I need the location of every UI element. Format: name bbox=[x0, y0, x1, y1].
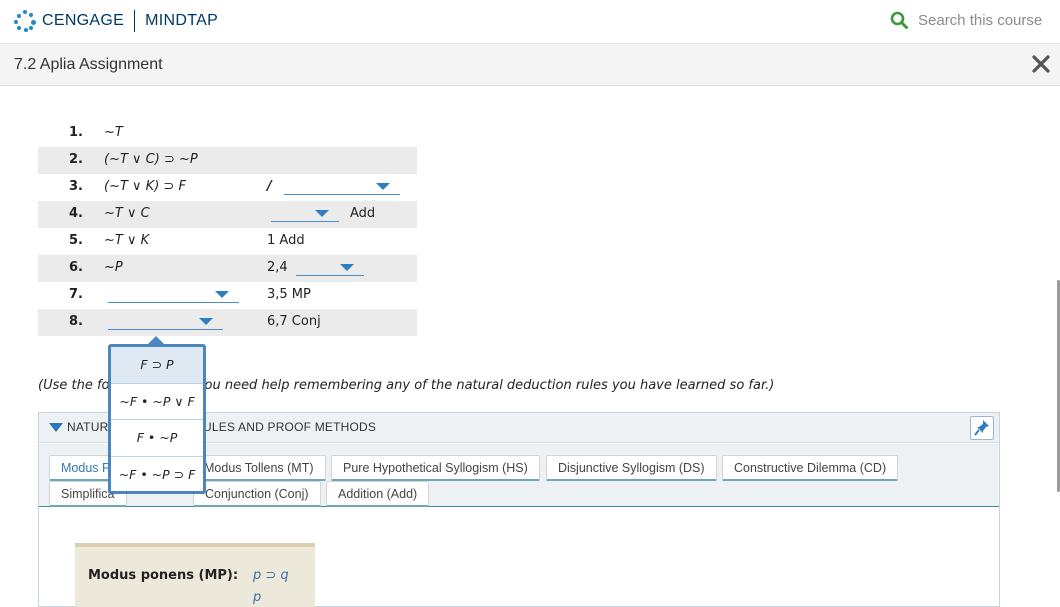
tab-pure-hypothetical-syllogism[interactable]: Pure Hypothetical Syllogism (HS) bbox=[331, 455, 540, 481]
rule-premise-2: p bbox=[253, 590, 262, 605]
modus-ponens-rule-box: Modus ponens (MP): p ⊃ q p bbox=[75, 543, 315, 607]
assignment-title: 7.2 Aplia Assignment bbox=[14, 56, 163, 73]
rule-name: Modus ponens (MP): bbox=[88, 568, 239, 583]
line-justification: 6,7 Conj bbox=[267, 314, 321, 329]
cengage-logo-icon bbox=[14, 10, 36, 32]
popup-arrow bbox=[148, 336, 164, 344]
line-number: 7. bbox=[69, 287, 83, 302]
hint-text-end: ou need help remembering any of the natu… bbox=[204, 378, 775, 393]
chevron-down-icon bbox=[340, 264, 354, 271]
dropdown-option[interactable]: F • ~P bbox=[111, 420, 203, 457]
tab-addition[interactable]: Addition (Add) bbox=[326, 481, 430, 507]
line-formula: ~T bbox=[104, 125, 123, 140]
hint-text-start: (Use the fo bbox=[38, 378, 110, 393]
cengage-mindtap-logo[interactable]: CENGAGE MINDTAP bbox=[14, 9, 218, 33]
formula-dropdown[interactable] bbox=[108, 285, 239, 303]
line-number: 4. bbox=[69, 206, 83, 221]
chevron-down-icon bbox=[376, 183, 390, 190]
line-justification: 3,5 MP bbox=[267, 287, 311, 302]
tab-conjunction[interactable]: Conjunction (Conj) bbox=[193, 481, 321, 507]
conclusion-slash: / bbox=[267, 179, 272, 194]
dropdown-option[interactable]: F ⊃ P bbox=[111, 347, 203, 384]
line-number: 2. bbox=[69, 152, 83, 167]
brand-divider bbox=[134, 10, 136, 32]
chevron-down-icon bbox=[199, 318, 213, 325]
line-justification: 2,4 bbox=[267, 260, 288, 275]
rule-dropdown[interactable] bbox=[296, 258, 364, 276]
close-icon[interactable] bbox=[1030, 53, 1052, 75]
dropdown-option[interactable]: ~F • ~P ∨ F bbox=[111, 384, 203, 420]
line-formula: (~T ∨ C) ⊃ ~P bbox=[104, 152, 198, 167]
proof-row: 5. ~T ∨ K 1 Add bbox=[38, 228, 417, 255]
brand-cengage: CENGAGE bbox=[42, 12, 125, 29]
tab-constructive-dilemma[interactable]: Constructive Dilemma (CD) bbox=[722, 455, 899, 481]
proof-row: 6. ~P 2,4 bbox=[38, 255, 417, 282]
conclusion-dropdown[interactable] bbox=[284, 177, 400, 195]
rule-premise-1: p ⊃ q bbox=[253, 568, 289, 583]
chevron-down-icon bbox=[315, 210, 329, 217]
chevron-down-icon bbox=[215, 291, 229, 298]
pin-button[interactable] bbox=[970, 416, 994, 440]
assignment-bar: 7.2 Aplia Assignment bbox=[0, 44, 1060, 86]
formula-options-popup: F ⊃ P ~F • ~P ∨ F F • ~P ~F • ~P ⊃ F bbox=[108, 344, 206, 494]
line-number: 6. bbox=[69, 260, 83, 275]
line-number: 5. bbox=[69, 233, 83, 248]
line-number: 3. bbox=[69, 179, 83, 194]
dropdown-option[interactable]: ~F • ~P ⊃ F bbox=[111, 457, 203, 494]
tab-disjunctive-syllogism[interactable]: Disjunctive Syllogism (DS) bbox=[546, 455, 717, 481]
formula-dropdown-open[interactable] bbox=[108, 312, 223, 330]
proof-row: 1. ~T bbox=[38, 120, 417, 147]
search-placeholder[interactable]: Search this course bbox=[918, 12, 1042, 29]
rule-label: Add bbox=[350, 206, 376, 221]
proof-table: 1. ~T 2. (~T ∨ C) ⊃ ~P 3. (~T ∨ K) ⊃ F /… bbox=[38, 120, 417, 336]
tab-modus-tollens[interactable]: Modus Tollens (MT) bbox=[192, 455, 326, 481]
collapse-triangle-icon[interactable] bbox=[49, 423, 63, 432]
pin-icon bbox=[974, 420, 989, 436]
rules-panel-title-end: ULES AND PROOF METHODS bbox=[203, 420, 377, 434]
proof-row: 3. (~T ∨ K) ⊃ F / bbox=[38, 174, 417, 201]
line-formula: (~T ∨ K) ⊃ F bbox=[104, 179, 186, 194]
proof-row: 7. 3,5 MP bbox=[38, 282, 417, 309]
line-formula: ~T ∨ C bbox=[104, 206, 150, 221]
line-number: 1. bbox=[69, 125, 83, 140]
line-formula: ~P bbox=[104, 260, 123, 275]
proof-row: 4. ~T ∨ C Add bbox=[38, 201, 417, 228]
line-justification: 1 Add bbox=[267, 233, 305, 248]
proof-row: 2. (~T ∨ C) ⊃ ~P bbox=[38, 147, 417, 174]
proof-row: 8. 6,7 Conj bbox=[38, 309, 417, 336]
line-number: 8. bbox=[69, 314, 83, 329]
line-formula: ~T ∨ K bbox=[104, 233, 150, 248]
line-ref-dropdown[interactable] bbox=[271, 204, 339, 222]
search-course[interactable]: Search this course bbox=[890, 11, 1042, 29]
search-icon bbox=[890, 11, 908, 29]
top-bar: CENGAGE MINDTAP Search this course bbox=[0, 0, 1060, 44]
brand-mindtap: MINDTAP bbox=[145, 12, 219, 29]
